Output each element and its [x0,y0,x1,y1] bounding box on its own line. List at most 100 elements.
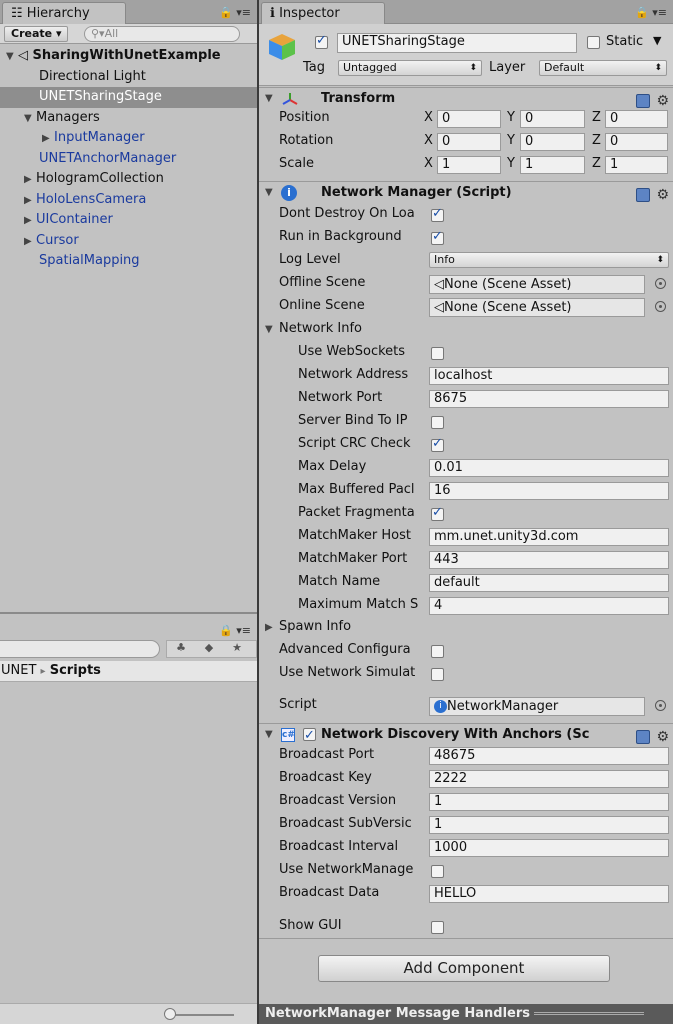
active-checkbox[interactable] [315,33,328,49]
message-handlers-bar[interactable]: NetworkManager Message Handlers [259,1004,673,1024]
network-info-foldout[interactable]: ▼ Network Info [259,319,673,342]
help-book-icon[interactable] [636,729,651,744]
collapse-arrow-icon[interactable]: ▶ [265,622,273,633]
object-picker-icon[interactable] [655,700,666,711]
script-field[interactable]: i NetworkManager [429,697,645,716]
tree-item[interactable]: ▶ HologramCollection [0,169,257,190]
matchmaker-port-field[interactable]: 443 [429,551,669,569]
hierarchy-search-input[interactable]: ⚲▾All [84,26,240,42]
lock-menu-icons[interactable]: 🔒 ▾≡ [219,624,251,637]
zoom-slider-track[interactable] [168,1014,234,1016]
use-network-manager-checkbox[interactable] [431,865,444,878]
match-name-field[interactable]: default [429,574,669,592]
discovery-enabled-checkbox[interactable] [303,725,316,747]
collapse-arrow-icon[interactable]: ▶ [24,211,36,231]
project-search-input[interactable] [0,640,160,658]
tree-item[interactable]: ▶ Cursor [0,231,257,252]
max-delay-field[interactable]: 0.01 [429,459,669,477]
collapse-arrow-icon[interactable]: ▶ [42,129,54,149]
network-port-field[interactable]: 8675 [429,390,669,408]
scale-x-field[interactable]: 1 [437,156,501,174]
network-address-field[interactable]: localhost [429,367,669,385]
rotation-z-field[interactable]: 0 [605,133,668,151]
script-crc-checkbox[interactable] [431,436,444,452]
tree-item[interactable]: UNETAnchorManager [0,149,257,170]
expand-arrow-icon[interactable]: ▼ [265,324,273,335]
gear-icon[interactable]: ⚙ [656,184,669,206]
expand-arrow-icon[interactable]: ▼ [24,109,36,129]
use-websockets-checkbox[interactable] [431,347,444,360]
help-book-icon[interactable] [636,187,651,202]
position-x-field[interactable]: 0 [437,110,501,128]
scale-z-field[interactable]: 1 [605,156,668,174]
show-gui-checkbox[interactable] [431,921,444,934]
tab-inspector[interactable]: ℹ Inspector [261,2,385,24]
collapse-arrow-icon[interactable]: ▶ [24,232,36,252]
favorite-star-icon[interactable]: ★ [223,641,251,654]
matchmaker-host-field[interactable]: mm.unet.unity3d.com [429,528,669,546]
max-buffered-field[interactable]: 16 [429,482,669,500]
run-in-background-checkbox[interactable] [431,229,444,245]
broadcast-key-field[interactable]: 2222 [429,770,669,788]
max-match-field[interactable]: 4 [429,597,669,615]
tree-item[interactable]: SpatialMapping [0,251,257,272]
rotation-x-field[interactable]: 0 [437,133,501,151]
label-tag-icon[interactable]: ◆ [195,641,223,654]
static-dropdown-icon[interactable]: ▼ [653,34,661,47]
broadcast-version-field[interactable]: 1 [429,793,669,811]
position-z-field[interactable]: 0 [605,110,668,128]
tree-item[interactable]: ▶ InputManager [0,128,257,149]
scale-y-field[interactable]: 1 [520,156,585,174]
drag-handle[interactable] [534,1012,644,1015]
offline-scene-field[interactable]: ◁None (Scene Asset) [429,275,645,294]
dont-destroy-checkbox[interactable] [431,206,444,222]
spawn-info-foldout[interactable]: ▶ Spawn Info [259,617,673,640]
lock-menu-icons[interactable]: 🔒 ▾≡ [219,6,251,19]
online-scene-field[interactable]: ◁None (Scene Asset) [429,298,645,317]
collapse-arrow-icon[interactable]: ▶ [24,170,36,190]
breadcrumb-item[interactable]: UNET [1,663,36,678]
tree-item-scene[interactable]: ▼ ◁ SharingWithUnetExample [0,46,257,67]
broadcast-interval-field[interactable]: 1000 [429,839,669,857]
filter-type-icon[interactable]: ♣ [167,641,195,654]
object-picker-icon[interactable] [655,301,666,312]
transform-header[interactable]: ▼ Transform ⚙ [259,87,673,109]
tree-item[interactable]: ▶ UIContainer [0,210,257,231]
expand-arrow-icon[interactable]: ▼ [265,724,273,746]
network-discovery-header[interactable]: ▼ c# Network Discovery With Anchors (Sc … [259,723,673,747]
tag-dropdown[interactable]: Untagged ⬍ [338,60,482,76]
expand-arrow-icon[interactable]: ▼ [265,88,273,110]
zoom-slider-thumb[interactable] [164,1008,176,1020]
breadcrumb-current[interactable]: Scripts [50,663,101,678]
use-network-sim-checkbox[interactable] [431,668,444,681]
network-manager-header[interactable]: ▼ i Network Manager (Script) ⚙ [259,181,673,203]
rotation-y-field[interactable]: 0 [520,133,585,151]
tab-hierarchy[interactable]: ☷ Hierarchy [2,2,126,24]
collapse-arrow-icon[interactable]: ▶ [24,191,36,211]
show-gui-row: Show GUI [259,916,673,939]
panel-splitter[interactable] [0,612,257,614]
expand-arrow-icon[interactable]: ▼ [265,182,273,204]
broadcast-subversion-field[interactable]: 1 [429,816,669,834]
broadcast-data-field[interactable]: HELLO [429,885,669,903]
object-picker-icon[interactable] [655,278,666,289]
max-match-row: Maximum Match S4 [259,595,673,618]
add-component-button[interactable]: Add Component [318,955,610,982]
tree-item-selected[interactable]: UNETSharingStage [0,87,257,108]
tree-item[interactable]: ▶ HoloLensCamera [0,190,257,211]
static-checkbox[interactable] [587,36,600,49]
server-bind-checkbox[interactable] [431,416,444,429]
position-y-field[interactable]: 0 [520,110,585,128]
layer-dropdown[interactable]: Default ⬍ [539,60,667,76]
broadcast-port-field[interactable]: 48675 [429,747,669,765]
tree-item[interactable]: Directional Light [0,67,257,88]
expand-arrow-icon[interactable]: ▼ [6,47,18,67]
log-level-dropdown[interactable]: Info ⬍ [429,252,669,268]
help-book-icon[interactable] [636,93,651,108]
lock-menu-icons[interactable]: 🔒 ▾≡ [635,6,667,19]
advanced-config-checkbox[interactable] [431,645,444,658]
object-name-field[interactable]: UNETSharingStage [337,33,577,53]
create-button[interactable]: Create ▾ [4,26,69,42]
tree-item[interactable]: ▼ Managers [0,108,257,129]
packet-frag-checkbox[interactable] [431,505,444,521]
